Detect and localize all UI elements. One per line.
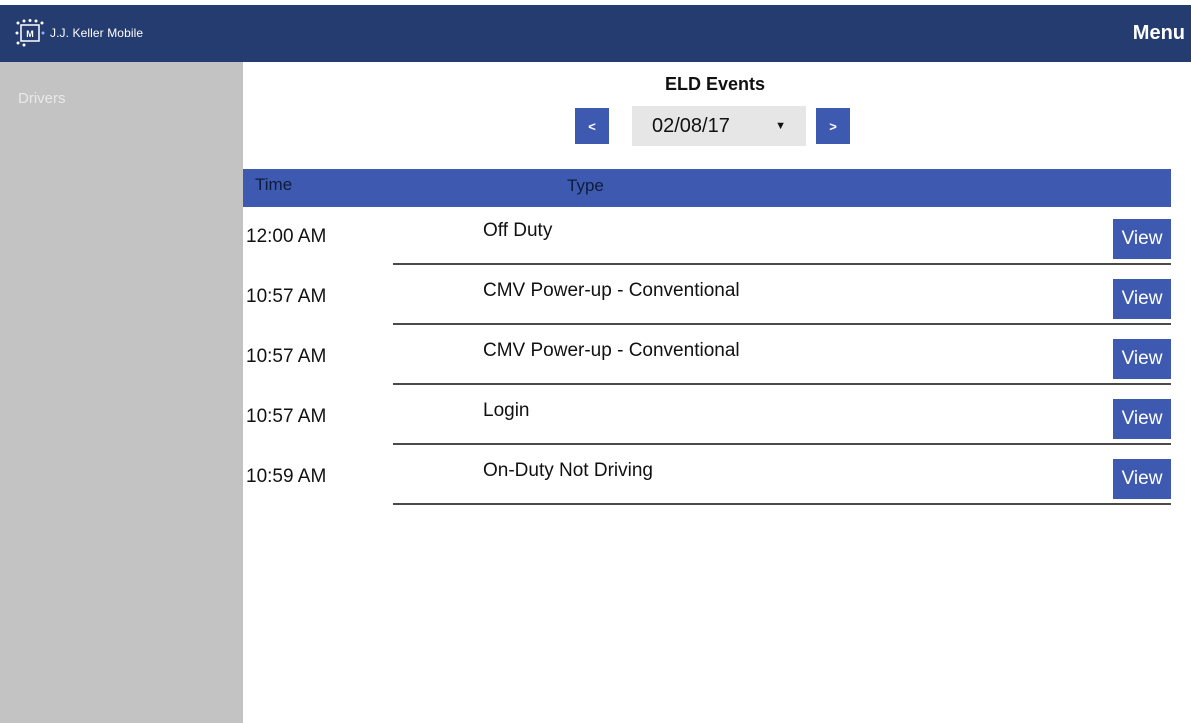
top-bar: M J.J. Keller Mobile Menu xyxy=(0,0,1191,62)
event-type: CMV Power-up - Conventional xyxy=(483,340,740,361)
event-time: 10:59 AM xyxy=(246,466,327,487)
table-header: Time Type xyxy=(243,169,1171,207)
view-button[interactable]: View xyxy=(1113,279,1171,319)
page-title: ELD Events xyxy=(664,74,766,94)
view-button[interactable]: View xyxy=(1113,399,1171,439)
table-row: 10:57 AM Login View xyxy=(243,387,1171,445)
view-button[interactable]: View xyxy=(1113,459,1171,499)
event-type: On-Duty Not Driving xyxy=(483,460,653,481)
table-row: 10:57 AM CMV Power-up - Conventional Vie… xyxy=(243,327,1171,385)
next-day-button[interactable]: > xyxy=(816,108,850,144)
column-header-time: Time xyxy=(255,175,293,194)
event-type: CMV Power-up - Conventional xyxy=(483,280,740,301)
menu-button[interactable]: Menu xyxy=(1133,22,1185,45)
view-button[interactable]: View xyxy=(1113,339,1171,379)
caret-down-icon: ▼ xyxy=(775,120,786,132)
event-type: Off Duty xyxy=(483,220,553,241)
sidebar-item-drivers[interactable]: Drivers xyxy=(18,90,66,107)
svg-text:M: M xyxy=(26,29,34,39)
date-value: 02/08/17 xyxy=(652,114,730,137)
brand: M J.J. Keller Mobile xyxy=(14,18,143,48)
previous-day-button[interactable]: < xyxy=(575,108,609,144)
view-button[interactable]: View xyxy=(1113,219,1171,259)
event-time: 10:57 AM xyxy=(246,346,327,367)
sidebar: Drivers xyxy=(0,62,243,723)
column-header-type: Type xyxy=(567,176,604,195)
event-time: 10:57 AM xyxy=(246,286,327,307)
jj-keller-logo-icon: M xyxy=(14,19,46,47)
event-type: Login xyxy=(483,400,530,421)
app-name: J.J. Keller Mobile xyxy=(50,26,144,40)
table-row: 10:57 AM CMV Power-up - Conventional Vie… xyxy=(243,267,1171,325)
event-time: 12:00 AM xyxy=(246,226,327,247)
table-row: 10:59 AM On-Duty Not Driving View xyxy=(243,447,1171,505)
date-select[interactable]: 02/08/17 ▼ xyxy=(632,106,806,146)
event-time: 10:57 AM xyxy=(246,406,327,427)
table-row: 12:00 AM Off Duty View xyxy=(243,207,1171,265)
